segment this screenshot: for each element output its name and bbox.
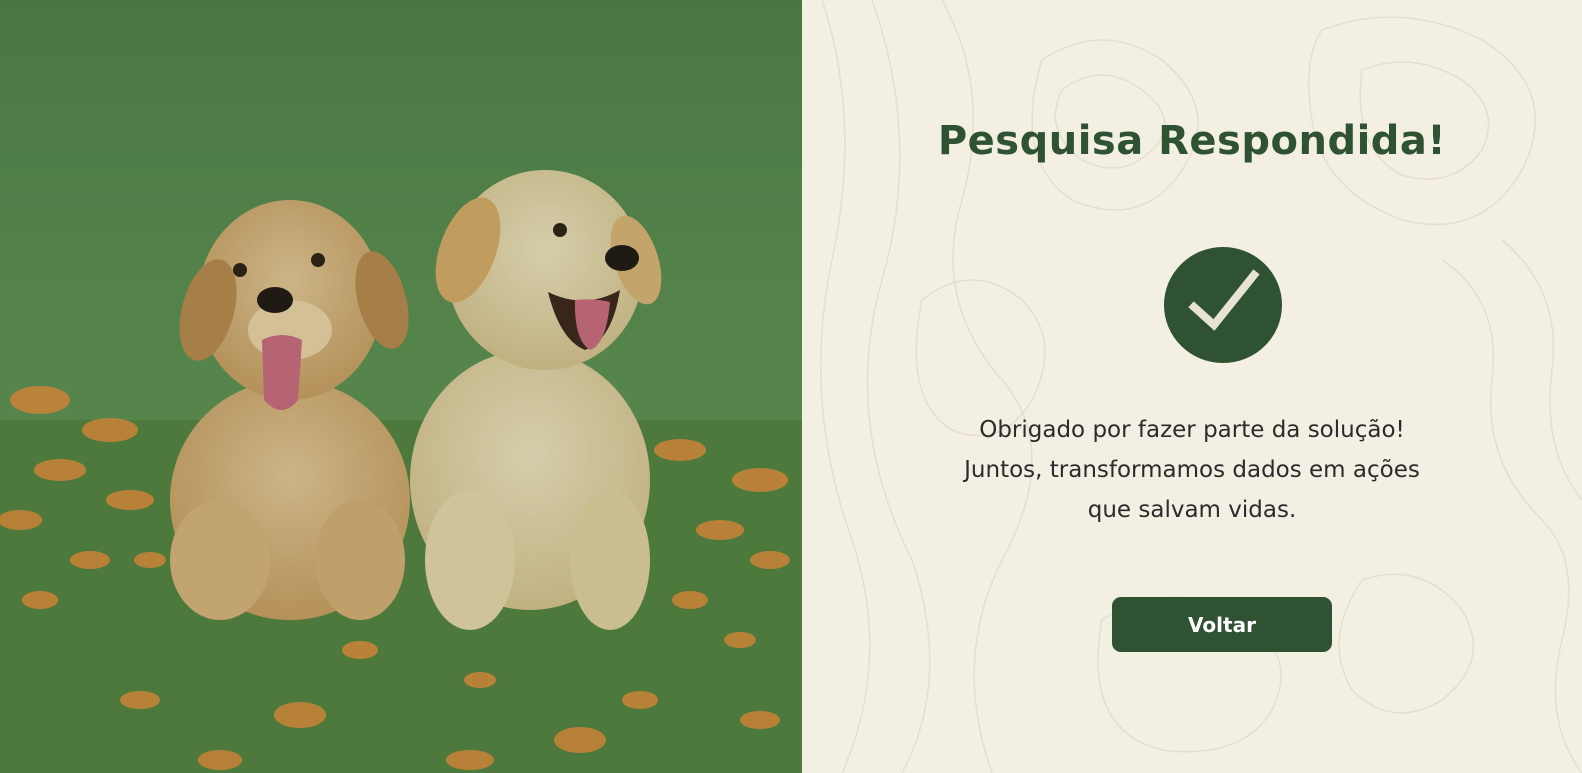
puppies-illustration [0,0,802,773]
message-line: Juntos, transformamos dados em ações [964,457,1420,483]
message-line: Obrigado por fazer parte da solução! [979,417,1405,443]
check-icon [1188,269,1260,331]
page: Pesquisa Respondida! Obrigado por fazer … [0,0,1582,773]
page-title: Pesquisa Respondida! [937,118,1447,164]
back-button[interactable]: Voltar [1112,597,1332,652]
confirmation-content: Pesquisa Respondida! Obrigado por fazer … [802,0,1582,773]
thank-you-message: Obrigado por fazer parte da solução! Jun… [802,410,1582,530]
success-badge [1164,247,1282,363]
puppies-photo [0,0,802,773]
message-line: que salvam vidas. [1087,497,1297,523]
confirmation-panel: Pesquisa Respondida! Obrigado por fazer … [802,0,1582,773]
